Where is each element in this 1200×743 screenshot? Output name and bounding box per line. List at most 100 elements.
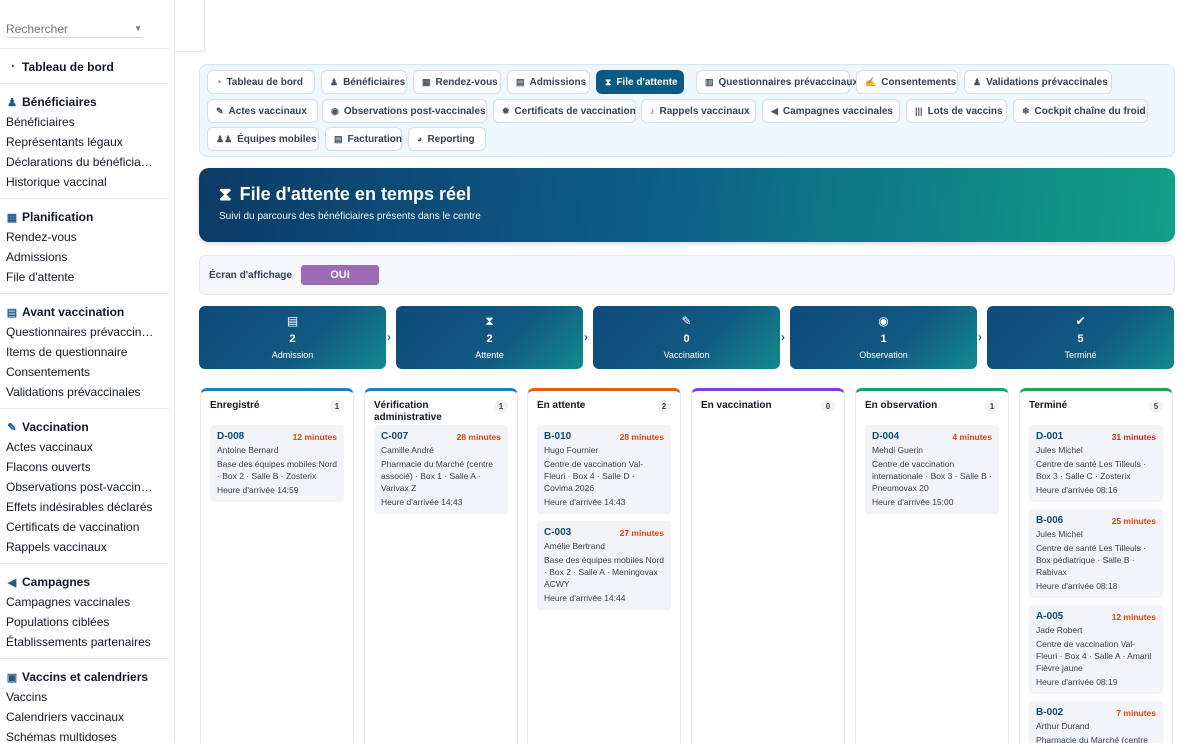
queue-card[interactable]: C-007 28 minutes Camille André Pharmacie du…	[374, 425, 508, 514]
kanban-column: Terminé 5 D-001 31 minutes Jules Michel Centr…	[1019, 388, 1173, 743]
tab-cockpit-cha-ne-du-froid[interactable]: ❄ Cockpit chaîne du froid	[1013, 99, 1148, 123]
user-check-icon: ♟	[973, 76, 982, 87]
tab-label: Bénéficiaires	[343, 76, 406, 88]
tab-label: Lots de vaccins	[927, 105, 1003, 117]
kanban-column: En observation 1 D-004 4 minutes Mehdi Gueri…	[855, 388, 1009, 743]
display-screen-toggle[interactable]: OUI	[300, 265, 379, 285]
sidebar-section-header[interactable]: ◀ Campagnes	[6, 572, 168, 592]
tab-campagnes-vaccinales[interactable]: ◀ Campagnes vaccinales	[762, 99, 900, 123]
tab-tableau-de-bord[interactable]: ◔ Tableau de bord	[207, 70, 315, 94]
count-badge: 5	[1149, 400, 1163, 413]
tab-facturation[interactable]: ▤ Facturation	[325, 127, 402, 151]
sidebar-item[interactable]: Items de questionnaire	[6, 342, 166, 362]
wait-time: 12 minutes	[292, 431, 337, 442]
arrival-time: Heure d'arrivée 08:16	[1036, 485, 1118, 495]
sidebar-item-label: Tableau de bord	[22, 60, 114, 74]
tab-certificats-de-vaccination[interactable]: ✹ Certificats de vaccination	[493, 99, 636, 123]
sidebar-item[interactable]: Validations prévaccinales	[6, 382, 166, 402]
sidebar-item[interactable]: Représentants légaux	[6, 132, 166, 152]
count-badge: 1	[494, 400, 508, 413]
search-field[interactable]: ▼	[6, 20, 142, 38]
sidebar-item[interactable]: File d'attente	[6, 267, 166, 287]
sidebar-item[interactable]: Populations ciblées	[6, 612, 166, 632]
queue-card[interactable]: A-005 12 minutes Jade Robert Centre de vacc…	[1029, 605, 1163, 694]
tab-validations-pr-vaccinales[interactable]: ♟ Validations prévaccinales	[964, 70, 1112, 94]
ticket-id: A-005	[1036, 611, 1064, 622]
sidebar-section-header[interactable]: ♟ Bénéficiaires	[6, 92, 168, 112]
chevron-down-icon[interactable]: ▼	[134, 24, 142, 33]
list-icon: ▥	[705, 76, 714, 87]
sidebar-item[interactable]: Effets indésirables déclarés	[6, 497, 166, 517]
tab-label: Actes vaccinaux	[228, 105, 307, 117]
sidebar-item[interactable]: Campagnes vaccinales	[6, 592, 166, 612]
tab-consentements[interactable]: ✍ Consentements	[856, 70, 958, 94]
calendar-check-icon: ▣	[6, 671, 18, 684]
tab-reporting[interactable]: ◕ Reporting	[408, 127, 486, 151]
tab-file-d-attente[interactable]: ⧗ File d'attente	[596, 70, 684, 94]
location-details: Base des équipes mobiles Nord · Box 2 · …	[544, 555, 665, 589]
tab-label: Validations prévaccinales	[986, 76, 1108, 88]
sidebar-item[interactable]: Observations post-vaccin…	[6, 477, 166, 497]
hourglass-icon: ⧗	[219, 184, 232, 204]
calendar-icon: ▦	[422, 76, 431, 87]
patient-name: Mehdi Guerin	[872, 445, 924, 455]
sidebar-item[interactable]: Flacons ouverts	[6, 457, 166, 477]
queue-card[interactable]: B-006 25 minutes Jules Michel Centre de san…	[1029, 509, 1163, 598]
sidebar-item[interactable]: Admissions	[6, 247, 166, 267]
count-badge: 0	[821, 400, 835, 413]
count-badge: 1	[330, 400, 344, 413]
sidebar-item[interactable]: Certificats de vaccination	[6, 517, 166, 537]
sidebar-section-title: Planification	[22, 210, 94, 224]
sidebar-item[interactable]: Actes vaccinaux	[6, 437, 166, 457]
tab-rappels-vaccinaux[interactable]: ♪ Rappels vaccinaux	[641, 99, 756, 123]
tab--quipes-mobiles[interactable]: ♟♟ Équipes mobiles	[207, 127, 319, 151]
sidebar-section: ◀ Campagnes Campagnes vaccinales Population…	[0, 564, 174, 658]
tab-lots-de-vaccins[interactable]: ||| Lots de vaccins	[906, 99, 1007, 123]
sidebar-item[interactable]: Vaccins	[6, 687, 166, 707]
tab-label: Observations post-vaccinales	[343, 105, 486, 117]
sidebar-item[interactable]: Établissements partenaires	[6, 632, 166, 652]
sidebar-item[interactable]: Rendez-vous	[6, 227, 166, 247]
gauge-icon: ◔	[216, 77, 222, 87]
queue-card[interactable]: B-010 28 minutes Hugo Fournier Centre de va…	[537, 425, 671, 514]
arrival-time: Heure d'arrivée 14:59	[217, 485, 299, 495]
sidebar-section-header[interactable]: ✎ Vaccination	[6, 417, 168, 437]
sidebar-section-header[interactable]: ▣ Vaccins et calendriers	[6, 667, 168, 687]
wait-time: 27 minutes	[619, 527, 664, 538]
stat-card-observation: ◉ 1 Observation	[790, 306, 977, 369]
tab-questionnaires-pr-vaccinaux[interactable]: ▥ Questionnaires prévaccinaux	[696, 70, 858, 94]
gauge-icon: ◔	[8, 61, 16, 73]
tab-label: File d'attente	[616, 76, 678, 88]
tab-actes-vaccinaux[interactable]: ✎ Actes vaccinaux	[207, 99, 318, 123]
queue-card[interactable]: C-003 27 minutes Amélie Bertrand Base des é…	[537, 521, 671, 610]
wait-time: 31 minutes	[1111, 431, 1156, 442]
signature-icon: ✍	[865, 76, 877, 87]
sidebar-item[interactable]: Schémas multidoses	[6, 727, 166, 743]
sidebar-item[interactable]: Rappels vaccinaux	[6, 537, 166, 557]
queue-card[interactable]: B-002 7 minutes Arthur Durand Pharmacie du …	[1029, 701, 1163, 743]
wait-time: 4 minutes	[952, 431, 992, 442]
sidebar-item[interactable]: Consentements	[6, 362, 166, 382]
sidebar-item[interactable]: Questionnaires prévaccin…	[6, 322, 166, 342]
sidebar-section-header[interactable]: ▦ Planification	[6, 207, 168, 227]
user-icon: ♟	[330, 76, 339, 87]
sidebar-section-header[interactable]: ▤ Avant vaccination	[6, 302, 168, 322]
chevron-right-icon: ›	[781, 330, 785, 344]
tab-rendez-vous[interactable]: ▦ Rendez-vous	[413, 70, 501, 94]
arrival-time: Heure d'arrivée 08:19	[1036, 677, 1118, 687]
queue-card[interactable]: D-001 31 minutes Jules Michel Centre de san…	[1029, 425, 1163, 502]
check-circle-icon: ✔	[1075, 314, 1086, 328]
tab-admissions[interactable]: ▤ Admissions	[507, 70, 590, 94]
queue-card[interactable]: D-004 4 minutes Mehdi Guerin Centre de vacc…	[865, 425, 999, 514]
sidebar-item[interactable]: Historique vaccinal	[6, 172, 166, 192]
tab-b-n-ficiaires[interactable]: ♟ Bénéficiaires	[321, 70, 407, 94]
sidebar-item[interactable]: Calendriers vaccinaux	[6, 707, 166, 727]
certificate-icon: ✹	[502, 105, 510, 116]
queue-card[interactable]: D-008 12 minutes Antoine Bernard Base des é…	[210, 425, 344, 502]
tab-observations-post-vaccinales[interactable]: ◉ Observations post-vaccinales	[322, 99, 487, 123]
search-input[interactable]	[6, 21, 116, 36]
sidebar-item-dashboard[interactable]: ◔ Tableau de bord	[6, 57, 168, 77]
megaphone-icon: ◀	[771, 105, 778, 116]
sidebar-item[interactable]: Bénéficiaires	[6, 112, 166, 132]
sidebar-item[interactable]: Déclarations du bénéficia…	[6, 152, 166, 172]
